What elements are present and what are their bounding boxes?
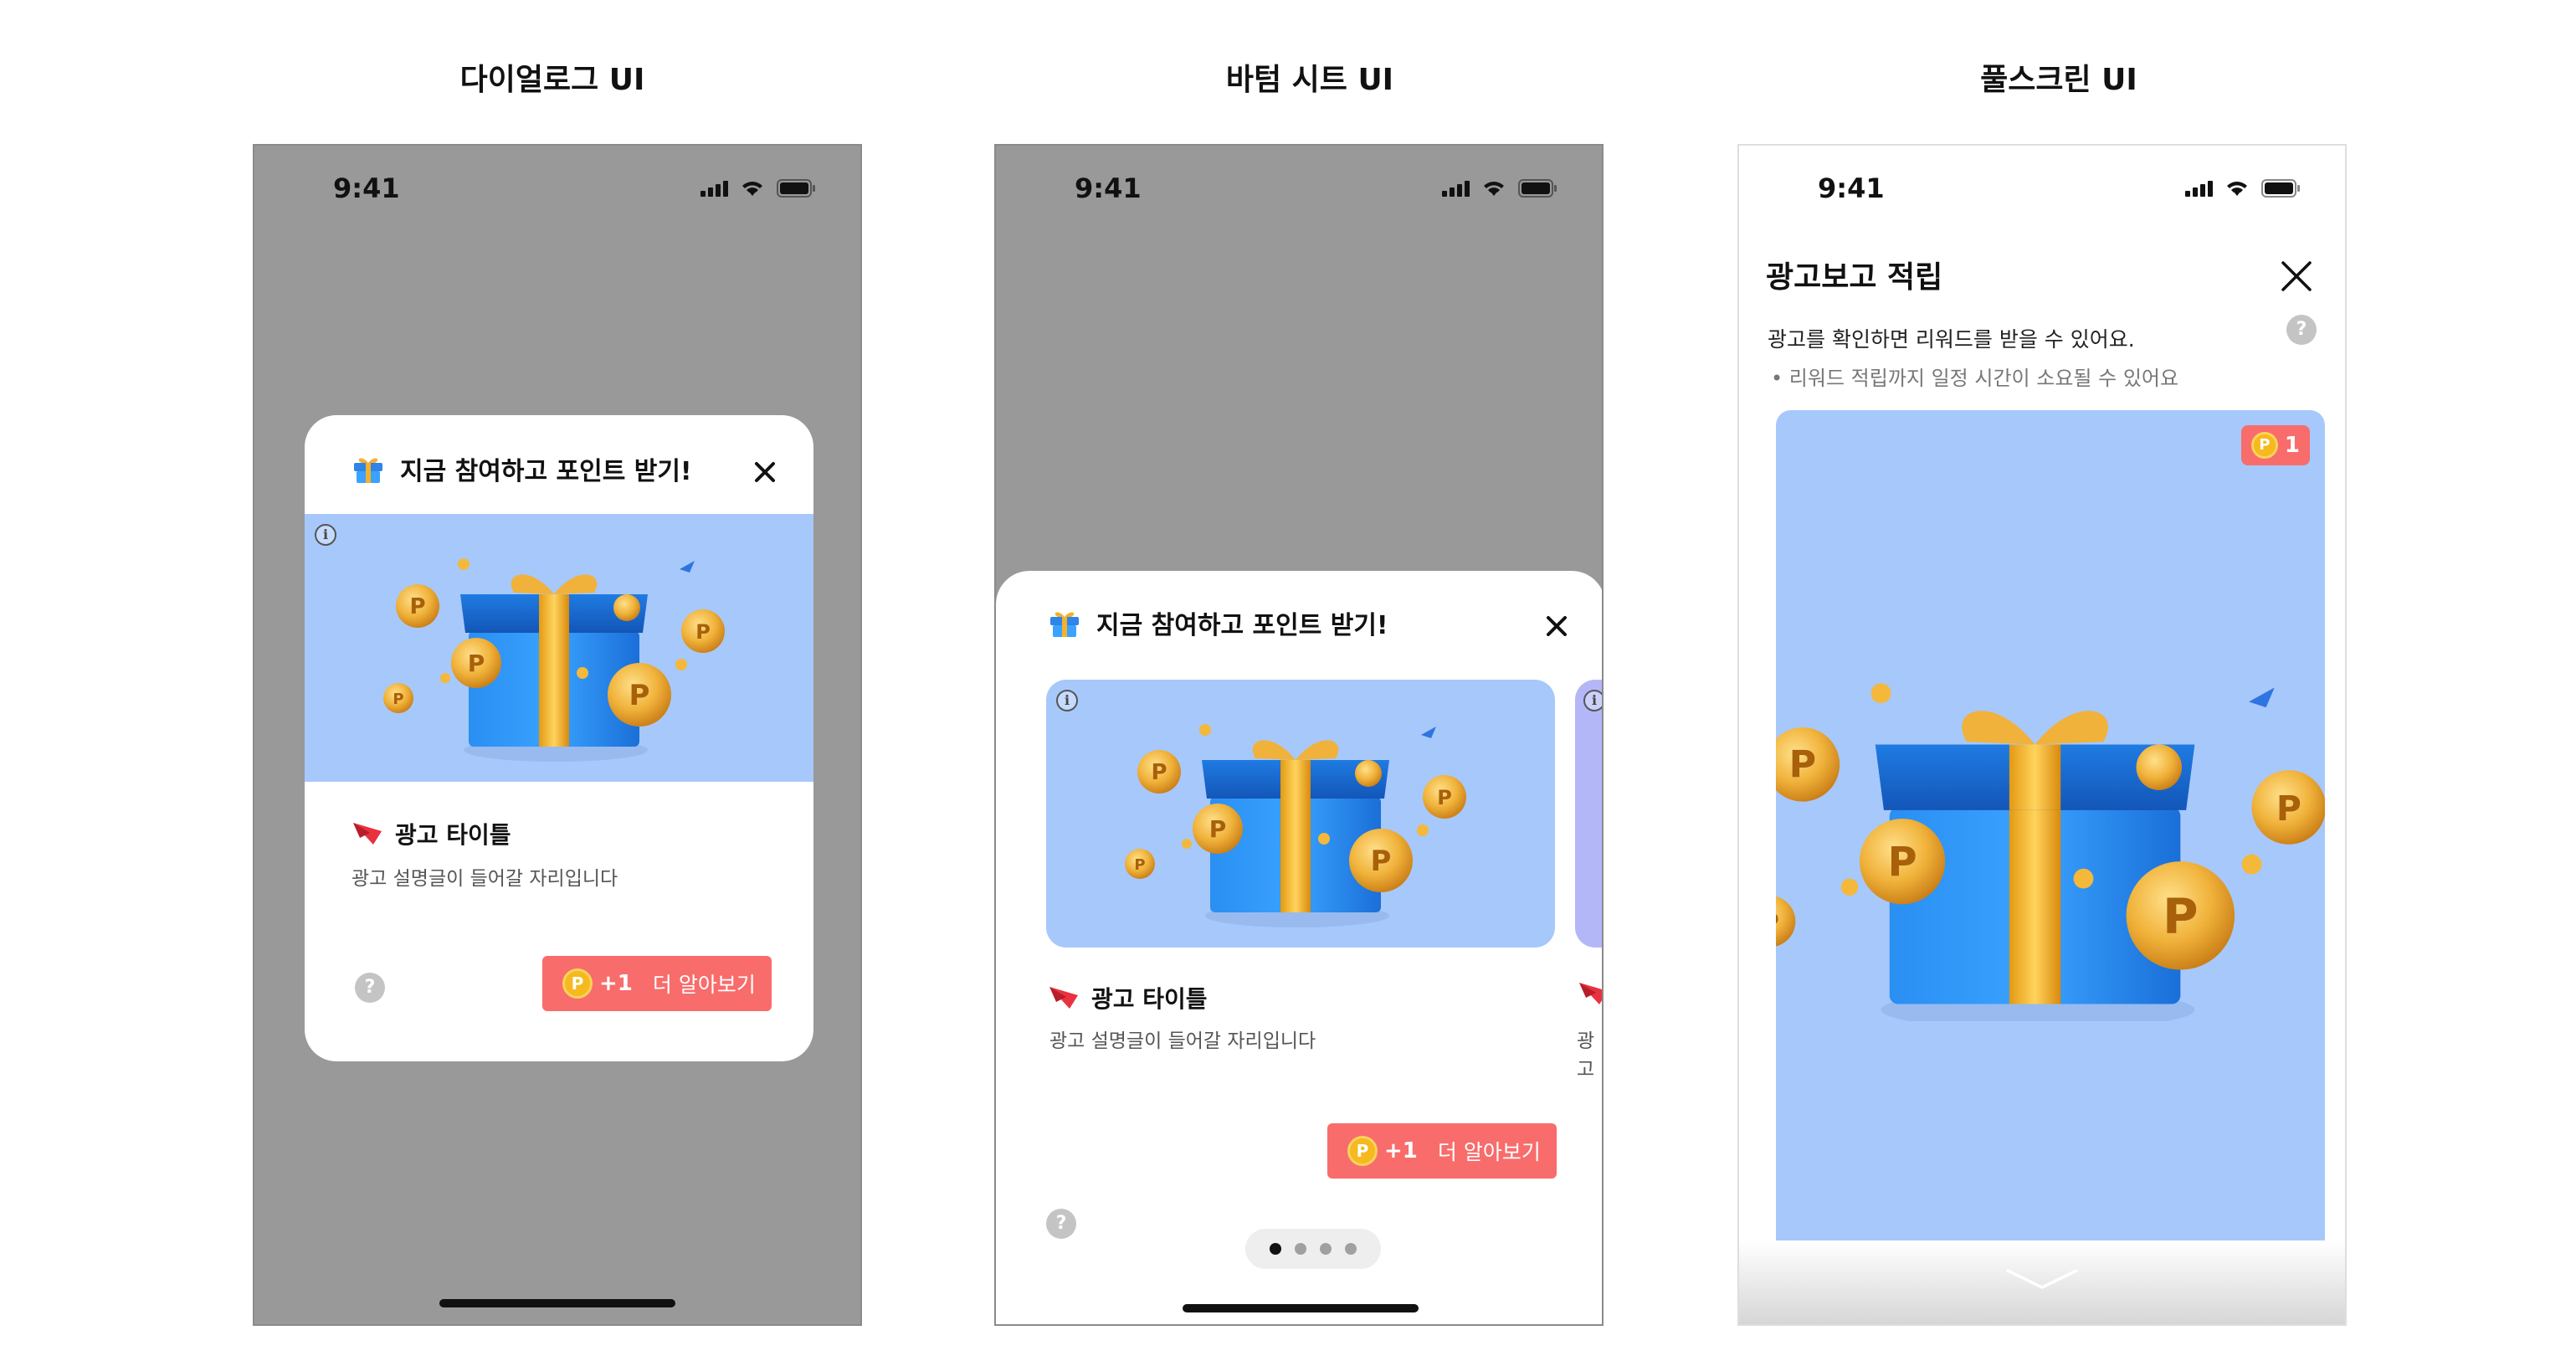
gift-icon bbox=[1050, 612, 1079, 637]
brand-logo-icon bbox=[353, 823, 382, 845]
bottom-sheet-phone: 9:41 지금 참여하고 포인트 받기! i i 광고 타이틀 광고 설명글이 … bbox=[994, 144, 1604, 1326]
wifi-icon bbox=[1484, 182, 1504, 196]
wifi-icon bbox=[742, 182, 762, 196]
home-indicator bbox=[439, 1299, 675, 1307]
ad-description: 광고 설명글이 들어갈 자리입니다 bbox=[1049, 1030, 1316, 1052]
home-indicator bbox=[1183, 1304, 1419, 1312]
help-icon[interactable]: ? bbox=[2286, 315, 2317, 345]
close-icon[interactable] bbox=[1543, 613, 1570, 639]
status-time: 9:41 bbox=[1075, 172, 1142, 204]
dialog: 지금 참여하고 포인트 받기! i 광고 타이틀 광고 설명글이 들어갈 자리입… bbox=[305, 415, 813, 1061]
battery-icon bbox=[777, 179, 815, 198]
coin-icon: P bbox=[562, 968, 593, 999]
signal-icon bbox=[700, 180, 728, 197]
fullscreen-phone: 9:41 광고보고 적립 광고를 확인하면 리워드를 받을 수 있어요. • 리… bbox=[1737, 144, 2347, 1326]
reward-note: • 리워드 적립까지 일정 시간이 소요될 수 있어요 bbox=[1771, 367, 2179, 390]
status-time: 9:41 bbox=[333, 172, 400, 204]
info-icon[interactable]: i bbox=[1056, 690, 1078, 711]
ad-description: 광고 설명글이 들어갈 자리입니다 bbox=[352, 868, 618, 890]
status-bar: 9:41 bbox=[254, 146, 860, 238]
info-icon[interactable]: i bbox=[315, 524, 336, 546]
close-icon[interactable] bbox=[2280, 259, 2313, 293]
ad-banner[interactable]: i bbox=[305, 514, 813, 782]
bottom-sheet: 지금 참여하고 포인트 받기! i i 광고 타이틀 광고 설명글이 들어갈 자… bbox=[996, 571, 1602, 1324]
ad-title: 광고 타이틀 bbox=[395, 821, 511, 849]
pagination-dot[interactable] bbox=[1295, 1243, 1306, 1255]
chevron-down-icon[interactable] bbox=[2004, 1266, 2080, 1291]
cta-points: +1 bbox=[1384, 1138, 1418, 1163]
status-bar: 9:41 bbox=[996, 146, 1602, 238]
page-title: 광고보고 적립 bbox=[1766, 260, 1943, 295]
battery-icon bbox=[1518, 179, 1557, 198]
pagination-dot[interactable] bbox=[1320, 1243, 1332, 1255]
reward-badge: P 1 bbox=[2240, 425, 2310, 465]
coin-icon: P bbox=[1347, 1136, 1378, 1166]
cta-label: 더 알아보기 bbox=[652, 973, 756, 997]
learn-more-button[interactable]: P +1 더 알아보기 bbox=[1327, 1123, 1557, 1179]
wifi-icon bbox=[2227, 182, 2247, 196]
cta-points: +1 bbox=[599, 971, 633, 996]
reward-points: 1 bbox=[2284, 433, 2300, 458]
carousel-pagination[interactable] bbox=[1245, 1229, 1381, 1269]
signal-icon bbox=[1442, 180, 1470, 197]
battery-icon bbox=[2261, 179, 2300, 198]
reward-description: 광고를 확인하면 리워드를 받을 수 있어요. bbox=[1768, 327, 2135, 352]
coin-icon: P bbox=[2250, 432, 2278, 459]
dialog-header-title: 지금 참여하고 포인트 받기! bbox=[400, 457, 692, 486]
bottom-sheet-ui-title: 바텀 시트 UI bbox=[1225, 63, 1394, 97]
close-icon[interactable] bbox=[752, 459, 778, 485]
info-icon[interactable]: i bbox=[1583, 690, 1602, 711]
ad-title: 광고 타이틀 bbox=[1091, 985, 1208, 1013]
dialog-ui-title: 다이얼로그 UI bbox=[459, 63, 645, 97]
gift-illustration bbox=[383, 558, 725, 762]
ad-banner[interactable]: P 1 bbox=[1776, 410, 2325, 1242]
gift-illustration bbox=[1125, 724, 1466, 927]
fullscreen-ui-title: 풀스크린 UI bbox=[1980, 63, 2137, 97]
next-ad-description: 광고 bbox=[1577, 1030, 1595, 1081]
pagination-dot[interactable] bbox=[1345, 1243, 1357, 1255]
learn-more-button[interactable]: P +1 더 알아보기 bbox=[542, 956, 772, 1011]
status-bar: 9:41 bbox=[1739, 146, 2345, 238]
status-time: 9:41 bbox=[1818, 172, 1885, 204]
ad-banner[interactable]: i bbox=[1046, 680, 1555, 948]
sheet-header-title: 지금 참여하고 포인트 받기! bbox=[1096, 611, 1388, 640]
help-icon[interactable]: ? bbox=[1046, 1209, 1076, 1239]
help-icon[interactable]: ? bbox=[355, 973, 385, 1003]
pagination-dot[interactable] bbox=[1270, 1243, 1281, 1255]
next-ad-banner[interactable]: i bbox=[1575, 680, 1602, 948]
dialog-phone: 9:41 지금 참여하고 포인트 받기! i 광고 타이틀 광고 설명글이 들어… bbox=[253, 144, 862, 1326]
signal-icon bbox=[2185, 180, 2213, 197]
gift-icon bbox=[354, 458, 382, 483]
gift-illustration bbox=[1776, 683, 2325, 1021]
cta-label: 더 알아보기 bbox=[1437, 1140, 1541, 1164]
brand-logo-icon bbox=[1049, 987, 1078, 1009]
brand-logo-icon bbox=[1579, 983, 1602, 1004]
